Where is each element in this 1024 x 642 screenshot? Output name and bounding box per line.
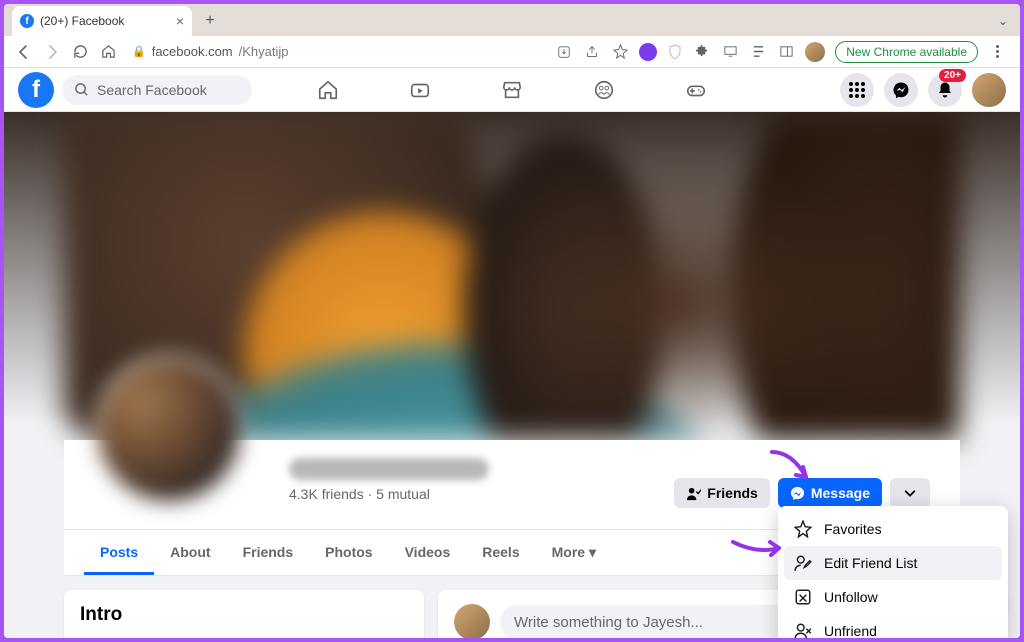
url-field[interactable]: 🔒 facebook.com/Khyatijp: [126, 44, 547, 59]
nav-marketplace-icon[interactable]: [501, 79, 523, 101]
home-button[interactable]: [98, 42, 118, 62]
tab-about[interactable]: About: [154, 530, 226, 575]
side-panel-icon[interactable]: [777, 43, 795, 61]
notifications-button[interactable]: 20+: [928, 73, 962, 107]
menu-unfriend[interactable]: Unfriend: [784, 614, 1002, 638]
profile-actions: Friends Message: [674, 478, 930, 508]
facebook-header: f Search Facebook 20+: [4, 68, 1020, 112]
install-icon[interactable]: [555, 43, 573, 61]
address-actions: New Chrome available: [555, 41, 1010, 63]
reading-list-icon[interactable]: [749, 43, 767, 61]
extensions-puzzle-icon[interactable]: [693, 43, 711, 61]
close-tab-icon[interactable]: ×: [176, 13, 184, 29]
tab-more[interactable]: More ▾: [536, 530, 612, 575]
header-right: 20+: [840, 73, 1006, 107]
messenger-icon: [790, 486, 805, 501]
forward-button[interactable]: [42, 42, 62, 62]
url-host: facebook.com: [152, 44, 233, 59]
message-button[interactable]: Message: [778, 478, 882, 508]
friends-button[interactable]: Friends: [674, 478, 770, 508]
notification-badge: 20+: [939, 69, 966, 82]
new-tab-button[interactable]: +: [200, 11, 220, 31]
facebook-logo[interactable]: f: [18, 72, 54, 108]
nav-watch-icon[interactable]: [409, 79, 431, 101]
unfollow-icon: [794, 588, 812, 606]
account-avatar[interactable]: [972, 73, 1006, 107]
tab-reels[interactable]: Reels: [466, 530, 535, 575]
nav-gaming-icon[interactable]: [685, 79, 707, 101]
search-icon: [74, 82, 89, 97]
menu-unfollow[interactable]: Unfollow: [784, 580, 1002, 614]
url-path: /Khyatijp: [239, 44, 289, 59]
nav-home-icon[interactable]: [317, 79, 339, 101]
menu-edit-friend-list[interactable]: Edit Friend List: [784, 546, 1002, 580]
tab-posts[interactable]: Posts: [84, 530, 154, 575]
tab-bar: f (20+) Facebook × + ⌄: [4, 4, 1020, 36]
bookmark-icon[interactable]: [611, 43, 629, 61]
chrome-menu-button[interactable]: [988, 43, 1006, 61]
reload-button[interactable]: [70, 42, 90, 62]
profile-name: [289, 458, 489, 480]
tab-videos[interactable]: Videos: [389, 530, 467, 575]
menu-grid-button[interactable]: [840, 73, 874, 107]
person-check-icon: [686, 486, 701, 501]
profile-avatar-icon[interactable]: [805, 42, 825, 62]
browser-tab[interactable]: f (20+) Facebook ×: [12, 6, 192, 36]
facebook-favicon: f: [20, 14, 34, 28]
tab-photos[interactable]: Photos: [309, 530, 388, 575]
nav-groups-icon[interactable]: [593, 79, 615, 101]
profile-picture[interactable]: [94, 355, 244, 505]
update-chrome-button[interactable]: New Chrome available: [835, 41, 978, 63]
messenger-button[interactable]: [884, 73, 918, 107]
tab-title: (20+) Facebook: [40, 14, 124, 28]
search-placeholder: Search Facebook: [97, 82, 207, 98]
intro-card: Intro Writer/Storyteller/Dreamer Serious…: [64, 590, 424, 638]
search-input[interactable]: Search Facebook: [62, 75, 252, 105]
menu-favorites[interactable]: Favorites: [784, 512, 1002, 546]
share-icon[interactable]: [583, 43, 601, 61]
person-remove-icon: [794, 622, 812, 638]
center-nav: [317, 79, 707, 101]
star-icon: [794, 520, 812, 538]
lock-icon: 🔒: [132, 45, 146, 58]
tab-friends[interactable]: Friends: [227, 530, 310, 575]
more-actions-button[interactable]: [890, 478, 930, 508]
person-edit-icon: [794, 554, 812, 572]
extension-shield-icon[interactable]: [667, 44, 683, 60]
extension-1-icon[interactable]: [639, 43, 657, 61]
friends-dropdown: Favorites Edit Friend List Unfollow Unfr…: [778, 506, 1008, 638]
back-button[interactable]: [14, 42, 34, 62]
intro-heading: Intro: [80, 604, 408, 626]
chevron-down-icon: [903, 486, 917, 500]
composer-avatar[interactable]: [454, 604, 490, 638]
browser-chrome: f (20+) Facebook × + ⌄ 🔒 facebook.com/K: [4, 4, 1020, 68]
cast-icon[interactable]: [721, 43, 739, 61]
address-bar: 🔒 facebook.com/Khyatijp New Chrome avail…: [4, 36, 1020, 68]
tab-overflow-button[interactable]: ⌄: [998, 14, 1008, 28]
